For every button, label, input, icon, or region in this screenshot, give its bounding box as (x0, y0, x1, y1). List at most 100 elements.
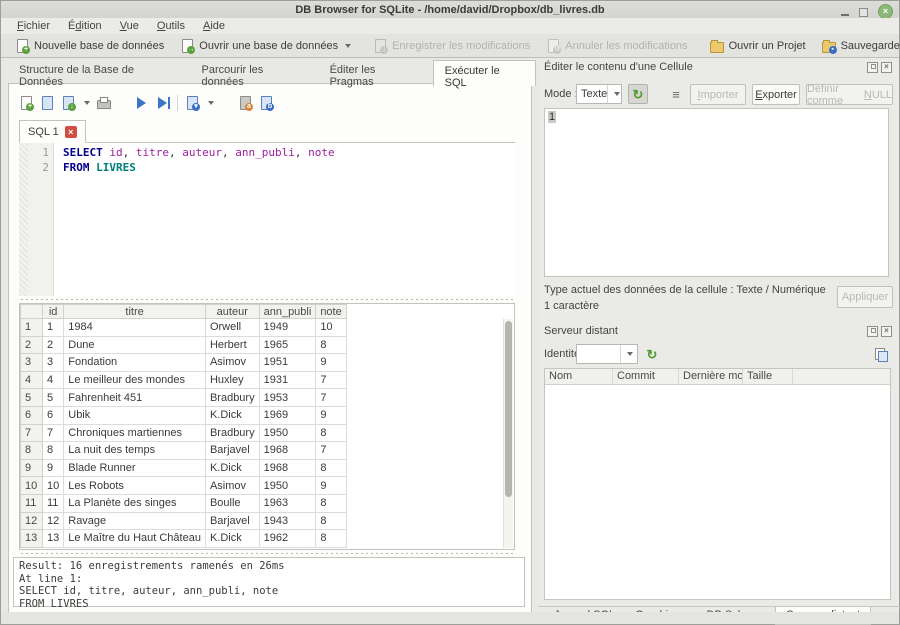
table-cell[interactable]: 1969 (259, 406, 316, 424)
print-icon[interactable] (97, 96, 111, 110)
table-cell[interactable]: 6 (43, 406, 64, 424)
save-results-dropdown-icon[interactable] (208, 101, 214, 105)
results-message-splitter[interactable] (19, 550, 515, 557)
table-cell[interactable]: 5 (43, 389, 64, 407)
table-cell[interactable]: 8 (316, 494, 346, 512)
table-cell[interactable]: 1943 (259, 512, 316, 530)
table-cell[interactable]: Orwell (205, 319, 259, 337)
row-number[interactable]: 1 (21, 319, 43, 337)
close-remote-panel-icon[interactable] (881, 326, 892, 337)
table-cell[interactable]: 8 (43, 442, 64, 460)
menu-vue[interactable]: Vue (112, 19, 147, 33)
table-cell[interactable]: 1984 (64, 319, 206, 337)
row-number[interactable]: 13 (21, 530, 43, 548)
tab-structure-de-la-base-de-donnees[interactable]: Structure de la Base de Données (8, 60, 191, 84)
table-row[interactable]: 33FondationAsimov19519 (21, 354, 347, 372)
table-cell[interactable]: Herbert (205, 336, 259, 354)
table-cell[interactable]: 9 (43, 459, 64, 477)
row-number[interactable]: 12 (21, 512, 43, 530)
row-number[interactable]: 7 (21, 424, 43, 442)
scrollbar-thumb[interactable] (505, 321, 512, 497)
table-row[interactable]: 88La nuit des tempsBarjavel19687 (21, 442, 347, 460)
table-cell[interactable]: La Planète des singes (64, 494, 206, 512)
table-cell[interactable]: 1953 (259, 389, 316, 407)
table-row[interactable]: 1212RavageBarjavel19438 (21, 512, 347, 530)
column-header-note[interactable]: note (316, 305, 346, 319)
table-cell[interactable]: 1950 (259, 477, 316, 495)
table-cell[interactable]: 8 (316, 459, 346, 477)
table-cell[interactable]: Fondation (64, 354, 206, 372)
mode-select[interactable]: Texte (576, 84, 622, 104)
table-cell[interactable]: Fahrenheit 451 (64, 389, 206, 407)
remote-column-header-3[interactable]: Taille (743, 369, 793, 384)
table-cell[interactable]: Barjavel (205, 512, 259, 530)
table-cell[interactable]: 1962 (259, 530, 316, 548)
column-header-id[interactable]: id (43, 305, 64, 319)
table-cell[interactable]: Barjavel (205, 442, 259, 460)
table-cell[interactable]: Dune (64, 336, 206, 354)
row-number[interactable]: 9 (21, 459, 43, 477)
sql-tab[interactable]: SQL 1 × (19, 120, 86, 143)
tab-parcourir-les-donnees[interactable]: Parcourir les données (191, 60, 319, 84)
open-project-button[interactable]: Ouvrir un Projet (702, 37, 814, 55)
open-database-button[interactable]: →Ouvrir une base de données (172, 37, 359, 55)
menu-edition[interactable]: Édition (60, 19, 110, 33)
find-replace-icon[interactable]: a (238, 96, 252, 110)
table-cell[interactable]: 7 (43, 424, 64, 442)
table-cell[interactable]: Boulle (205, 494, 259, 512)
table-cell[interactable]: 1931 (259, 371, 316, 389)
table-row[interactable]: 99Blade RunnerK.Dick19688 (21, 459, 347, 477)
clone-database-button[interactable] (870, 344, 890, 364)
table-row[interactable]: 1313Le Maître du Haut ChâteauK.Dick19628 (21, 530, 347, 548)
table-cell[interactable]: Bradbury (205, 389, 259, 407)
table-cell[interactable]: 8 (316, 336, 346, 354)
table-cell[interactable]: 8 (316, 530, 346, 548)
row-number[interactable]: 5 (21, 389, 43, 407)
table-cell[interactable]: 1951 (259, 354, 316, 372)
save-results-icon[interactable]: ▾ (185, 96, 199, 110)
row-number[interactable]: 10 (21, 477, 43, 495)
export-button[interactable]: Exporter (752, 84, 800, 105)
row-number[interactable]: 4 (21, 371, 43, 389)
row-number[interactable]: 2 (21, 336, 43, 354)
row-number[interactable]: 11 (21, 494, 43, 512)
table-cell[interactable]: Le Maître du Haut Château (64, 530, 206, 548)
tab-editer-les-pragmas[interactable]: Éditer les Pragmas (319, 60, 433, 84)
column-header-ann_publi[interactable]: ann_publi (259, 305, 316, 319)
table-cell[interactable]: K.Dick (205, 530, 259, 548)
open-sql-file-icon[interactable] (40, 96, 54, 110)
save-project-button[interactable]: ▪Sauvegarder le projet (814, 37, 900, 55)
table-cell[interactable]: 1949 (259, 319, 316, 337)
remote-column-header-2[interactable]: Dernière modific (679, 369, 743, 384)
table-row[interactable]: 111984Orwell194910 (21, 319, 347, 337)
table-cell[interactable]: 3 (43, 354, 64, 372)
table-cell[interactable]: 9 (316, 406, 346, 424)
menu-outils[interactable]: Outils (149, 19, 193, 33)
remote-column-header-1[interactable]: Commit (613, 369, 679, 384)
new-sql-tab-icon[interactable]: + (19, 96, 33, 110)
table-cell[interactable]: K.Dick (205, 459, 259, 477)
reload-identities-button[interactable]: ↻ (642, 344, 662, 364)
table-cell[interactable]: 2 (43, 336, 64, 354)
float-remote-panel-icon[interactable] (867, 326, 878, 337)
minimize-icon[interactable] (841, 14, 849, 16)
menu-aide[interactable]: Aide (195, 19, 233, 33)
save-sql-dropdown-icon[interactable] (84, 101, 90, 105)
table-row[interactable]: 77Chroniques martiennesBradbury19508 (21, 424, 347, 442)
remote-column-header-0[interactable]: Nom (545, 369, 613, 384)
row-number[interactable]: 3 (21, 354, 43, 372)
close-panel-icon[interactable] (881, 62, 892, 73)
title-bar[interactable]: DB Browser for SQLite - /home/david/Drop… (1, 1, 899, 18)
table-cell[interactable]: 1963 (259, 494, 316, 512)
sql-editor[interactable]: 1SELECT id, titre, auteur, ann_publi, no… (19, 143, 515, 296)
table-cell[interactable]: Le meilleur des mondes (64, 371, 206, 389)
table-row[interactable]: 22DuneHerbert19658 (21, 336, 347, 354)
table-cell[interactable]: 10 (316, 319, 346, 337)
table-cell[interactable]: Chroniques martiennes (64, 424, 206, 442)
float-panel-icon[interactable] (867, 62, 878, 73)
table-row[interactable]: 66UbikK.Dick19699 (21, 406, 347, 424)
auto-switch-mode-button[interactable]: ↻ (628, 84, 648, 104)
row-number[interactable]: 6 (21, 406, 43, 424)
table-cell[interactable]: 8 (316, 424, 346, 442)
table-cell[interactable]: 12 (43, 512, 64, 530)
